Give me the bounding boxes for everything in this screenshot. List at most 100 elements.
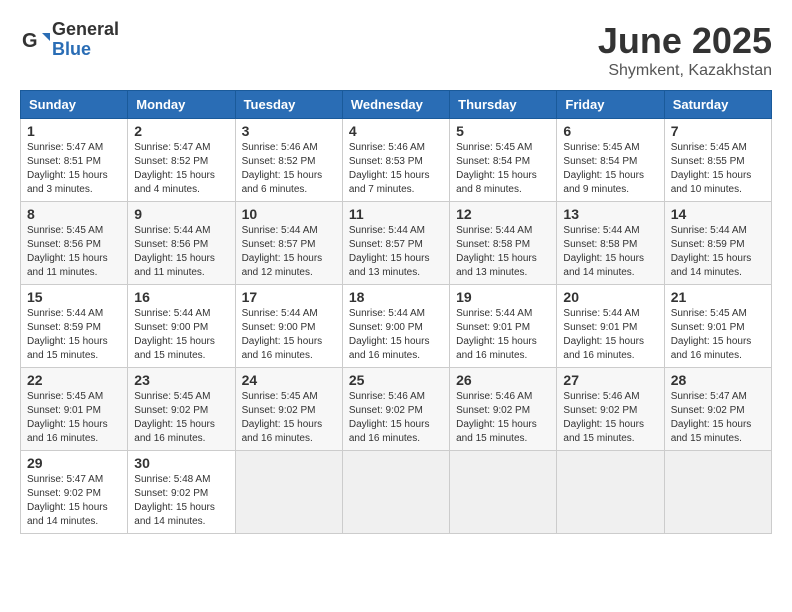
calendar-day-cell: 28 Sunrise: 5:47 AM Sunset: 9:02 PM Dayl… — [664, 368, 771, 451]
header-wednesday: Wednesday — [342, 91, 449, 119]
day-number: 10 — [242, 206, 336, 222]
calendar-day-cell: 21 Sunrise: 5:45 AM Sunset: 9:01 PM Dayl… — [664, 285, 771, 368]
header-saturday: Saturday — [664, 91, 771, 119]
calendar-day-cell: 25 Sunrise: 5:46 AM Sunset: 9:02 PM Dayl… — [342, 368, 449, 451]
day-info: Sunrise: 5:44 AM Sunset: 9:00 PM Dayligh… — [349, 307, 443, 363]
day-number: 26 — [456, 372, 550, 388]
day-number: 23 — [134, 372, 228, 388]
day-info: Sunrise: 5:44 AM Sunset: 9:00 PM Dayligh… — [242, 307, 336, 363]
day-info: Sunrise: 5:44 AM Sunset: 8:58 PM Dayligh… — [563, 224, 657, 280]
calendar-day-cell — [342, 451, 449, 534]
calendar-day-cell: 15 Sunrise: 5:44 AM Sunset: 8:59 PM Dayl… — [21, 285, 128, 368]
calendar-day-cell: 27 Sunrise: 5:46 AM Sunset: 9:02 PM Dayl… — [557, 368, 664, 451]
day-number: 25 — [349, 372, 443, 388]
day-number: 1 — [27, 123, 121, 139]
day-info: Sunrise: 5:45 AM Sunset: 8:56 PM Dayligh… — [27, 224, 121, 280]
day-number: 30 — [134, 455, 228, 471]
day-info: Sunrise: 5:46 AM Sunset: 9:02 PM Dayligh… — [456, 390, 550, 446]
location-subtitle: Shymkent, Kazakhstan — [598, 62, 772, 80]
calendar-table: Sunday Monday Tuesday Wednesday Thursday… — [20, 90, 772, 534]
day-info: Sunrise: 5:45 AM Sunset: 8:54 PM Dayligh… — [456, 141, 550, 197]
calendar-day-cell: 22 Sunrise: 5:45 AM Sunset: 9:01 PM Dayl… — [21, 368, 128, 451]
day-info: Sunrise: 5:46 AM Sunset: 9:02 PM Dayligh… — [349, 390, 443, 446]
calendar-day-cell: 30 Sunrise: 5:48 AM Sunset: 9:02 PM Dayl… — [128, 451, 235, 534]
day-number: 20 — [563, 289, 657, 305]
day-info: Sunrise: 5:46 AM Sunset: 9:02 PM Dayligh… — [563, 390, 657, 446]
calendar-day-cell: 14 Sunrise: 5:44 AM Sunset: 8:59 PM Dayl… — [664, 202, 771, 285]
page-header: G General Blue June 2025 Shymkent, Kazak… — [20, 20, 772, 80]
calendar-week-row: 29 Sunrise: 5:47 AM Sunset: 9:02 PM Dayl… — [21, 451, 772, 534]
day-number: 9 — [134, 206, 228, 222]
day-info: Sunrise: 5:47 AM Sunset: 8:52 PM Dayligh… — [134, 141, 228, 197]
day-number: 18 — [349, 289, 443, 305]
calendar-day-cell: 17 Sunrise: 5:44 AM Sunset: 9:00 PM Dayl… — [235, 285, 342, 368]
calendar-day-cell: 1 Sunrise: 5:47 AM Sunset: 8:51 PM Dayli… — [21, 119, 128, 202]
logo-icon: G — [20, 25, 50, 55]
header-sunday: Sunday — [21, 91, 128, 119]
day-info: Sunrise: 5:45 AM Sunset: 9:02 PM Dayligh… — [242, 390, 336, 446]
calendar-day-cell — [235, 451, 342, 534]
day-info: Sunrise: 5:48 AM Sunset: 9:02 PM Dayligh… — [134, 473, 228, 529]
day-number: 11 — [349, 206, 443, 222]
header-thursday: Thursday — [450, 91, 557, 119]
day-info: Sunrise: 5:44 AM Sunset: 9:00 PM Dayligh… — [134, 307, 228, 363]
day-number: 13 — [563, 206, 657, 222]
day-info: Sunrise: 5:44 AM Sunset: 8:59 PM Dayligh… — [671, 224, 765, 280]
day-info: Sunrise: 5:46 AM Sunset: 8:53 PM Dayligh… — [349, 141, 443, 197]
day-number: 14 — [671, 206, 765, 222]
calendar-day-cell: 4 Sunrise: 5:46 AM Sunset: 8:53 PM Dayli… — [342, 119, 449, 202]
calendar-day-cell: 12 Sunrise: 5:44 AM Sunset: 8:58 PM Dayl… — [450, 202, 557, 285]
calendar-day-cell — [557, 451, 664, 534]
day-number: 7 — [671, 123, 765, 139]
calendar-day-cell: 16 Sunrise: 5:44 AM Sunset: 9:00 PM Dayl… — [128, 285, 235, 368]
calendar-day-cell: 10 Sunrise: 5:44 AM Sunset: 8:57 PM Dayl… — [235, 202, 342, 285]
logo: G General Blue — [20, 20, 119, 60]
calendar-day-cell: 5 Sunrise: 5:45 AM Sunset: 8:54 PM Dayli… — [450, 119, 557, 202]
calendar-day-cell — [664, 451, 771, 534]
day-info: Sunrise: 5:47 AM Sunset: 9:02 PM Dayligh… — [671, 390, 765, 446]
header-friday: Friday — [557, 91, 664, 119]
header-tuesday: Tuesday — [235, 91, 342, 119]
logo-blue: Blue — [52, 40, 119, 60]
day-number: 22 — [27, 372, 121, 388]
calendar-day-cell: 6 Sunrise: 5:45 AM Sunset: 8:54 PM Dayli… — [557, 119, 664, 202]
day-number: 5 — [456, 123, 550, 139]
calendar-day-cell: 7 Sunrise: 5:45 AM Sunset: 8:55 PM Dayli… — [664, 119, 771, 202]
day-number: 17 — [242, 289, 336, 305]
day-info: Sunrise: 5:44 AM Sunset: 9:01 PM Dayligh… — [456, 307, 550, 363]
header-monday: Monday — [128, 91, 235, 119]
day-info: Sunrise: 5:44 AM Sunset: 8:58 PM Dayligh… — [456, 224, 550, 280]
day-info: Sunrise: 5:45 AM Sunset: 8:54 PM Dayligh… — [563, 141, 657, 197]
calendar-header-row: Sunday Monday Tuesday Wednesday Thursday… — [21, 91, 772, 119]
day-number: 19 — [456, 289, 550, 305]
calendar-day-cell: 26 Sunrise: 5:46 AM Sunset: 9:02 PM Dayl… — [450, 368, 557, 451]
calendar-day-cell: 29 Sunrise: 5:47 AM Sunset: 9:02 PM Dayl… — [21, 451, 128, 534]
calendar-day-cell: 3 Sunrise: 5:46 AM Sunset: 8:52 PM Dayli… — [235, 119, 342, 202]
calendar-day-cell: 18 Sunrise: 5:44 AM Sunset: 9:00 PM Dayl… — [342, 285, 449, 368]
day-number: 15 — [27, 289, 121, 305]
calendar-week-row: 15 Sunrise: 5:44 AM Sunset: 8:59 PM Dayl… — [21, 285, 772, 368]
calendar-day-cell: 11 Sunrise: 5:44 AM Sunset: 8:57 PM Dayl… — [342, 202, 449, 285]
calendar-day-cell: 2 Sunrise: 5:47 AM Sunset: 8:52 PM Dayli… — [128, 119, 235, 202]
day-number: 21 — [671, 289, 765, 305]
day-info: Sunrise: 5:44 AM Sunset: 8:59 PM Dayligh… — [27, 307, 121, 363]
calendar-day-cell: 19 Sunrise: 5:44 AM Sunset: 9:01 PM Dayl… — [450, 285, 557, 368]
calendar-week-row: 8 Sunrise: 5:45 AM Sunset: 8:56 PM Dayli… — [21, 202, 772, 285]
day-info: Sunrise: 5:46 AM Sunset: 8:52 PM Dayligh… — [242, 141, 336, 197]
calendar-day-cell: 24 Sunrise: 5:45 AM Sunset: 9:02 PM Dayl… — [235, 368, 342, 451]
calendar-day-cell: 23 Sunrise: 5:45 AM Sunset: 9:02 PM Dayl… — [128, 368, 235, 451]
calendar-day-cell: 8 Sunrise: 5:45 AM Sunset: 8:56 PM Dayli… — [21, 202, 128, 285]
day-number: 24 — [242, 372, 336, 388]
svg-text:G: G — [22, 30, 38, 52]
day-number: 29 — [27, 455, 121, 471]
calendar-day-cell: 20 Sunrise: 5:44 AM Sunset: 9:01 PM Dayl… — [557, 285, 664, 368]
day-info: Sunrise: 5:44 AM Sunset: 9:01 PM Dayligh… — [563, 307, 657, 363]
day-number: 6 — [563, 123, 657, 139]
day-info: Sunrise: 5:44 AM Sunset: 8:56 PM Dayligh… — [134, 224, 228, 280]
calendar-day-cell: 13 Sunrise: 5:44 AM Sunset: 8:58 PM Dayl… — [557, 202, 664, 285]
day-info: Sunrise: 5:45 AM Sunset: 9:01 PM Dayligh… — [671, 307, 765, 363]
day-info: Sunrise: 5:45 AM Sunset: 9:02 PM Dayligh… — [134, 390, 228, 446]
day-info: Sunrise: 5:45 AM Sunset: 9:01 PM Dayligh… — [27, 390, 121, 446]
day-number: 12 — [456, 206, 550, 222]
calendar-week-row: 1 Sunrise: 5:47 AM Sunset: 8:51 PM Dayli… — [21, 119, 772, 202]
